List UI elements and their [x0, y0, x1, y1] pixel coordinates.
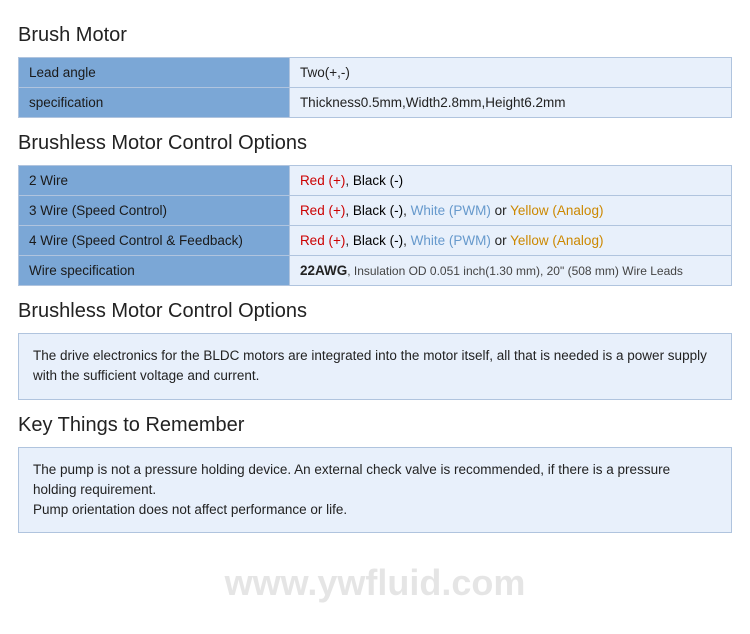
- brush-motor-title: Brush Motor: [18, 24, 732, 49]
- wire-spec-value: 22AWG, Insulation OD 0.051 inch(1.30 mm)…: [289, 256, 731, 286]
- 4wire-label: 4 Wire (Speed Control & Feedback): [19, 226, 290, 256]
- specification-value: Thickness0.5mm,Width2.8mm,Height6.2mm: [289, 88, 731, 118]
- brushless-info-title: Brushless Motor Control Options: [18, 300, 732, 325]
- brushless-control-title: Brushless Motor Control Options: [18, 132, 732, 157]
- specification-label: specification: [19, 88, 290, 118]
- brush-motor-table: Lead angle Two(+,-) specification Thickn…: [18, 57, 732, 118]
- black-minus: Black (-): [353, 173, 403, 188]
- red-plus: Red (+): [300, 203, 345, 218]
- black-minus: Black (-): [353, 233, 403, 248]
- wire-spec-awg: 22AWG: [300, 263, 347, 278]
- white-pwm: White (PWM): [411, 203, 491, 218]
- brushless-info-box: The drive electronics for the BLDC motor…: [18, 333, 732, 400]
- 2wire-value: Red (+), Black (-): [289, 166, 731, 196]
- brushless-control-table: 2 Wire Red (+), Black (-) 3 Wire (Speed …: [18, 165, 732, 286]
- red-plus: Red (+): [300, 173, 345, 188]
- 2wire-label: 2 Wire: [19, 166, 290, 196]
- white-pwm: White (PWM): [411, 233, 491, 248]
- table-row: Lead angle Two(+,-): [19, 58, 732, 88]
- watermark: www.ywfluid.com: [225, 562, 526, 604]
- lead-angle-value: Two(+,-): [289, 58, 731, 88]
- table-row: 2 Wire Red (+), Black (-): [19, 166, 732, 196]
- yellow-analog: Yellow (Analog): [510, 203, 603, 218]
- key-things-box: The pump is not a pressure holding devic…: [18, 447, 732, 534]
- table-row: 4 Wire (Speed Control & Feedback) Red (+…: [19, 226, 732, 256]
- lead-angle-label: Lead angle: [19, 58, 290, 88]
- black-minus: Black (-): [353, 203, 403, 218]
- wire-spec-label: Wire specification: [19, 256, 290, 286]
- 3wire-label: 3 Wire (Speed Control): [19, 196, 290, 226]
- table-row: specification Thickness0.5mm,Width2.8mm,…: [19, 88, 732, 118]
- table-row: 3 Wire (Speed Control) Red (+), Black (-…: [19, 196, 732, 226]
- wire-spec-detail: , Insulation OD 0.051 inch(1.30 mm), 20"…: [347, 264, 683, 278]
- yellow-analog: Yellow (Analog): [510, 233, 603, 248]
- red-plus: Red (+): [300, 233, 345, 248]
- key-things-line2: Pump orientation does not affect perform…: [33, 500, 717, 520]
- table-row: Wire specification 22AWG, Insulation OD …: [19, 256, 732, 286]
- key-things-title: Key Things to Remember: [18, 414, 732, 439]
- brushless-info-text: The drive electronics for the BLDC motor…: [33, 346, 717, 387]
- 4wire-value: Red (+), Black (-), White (PWM) or Yello…: [289, 226, 731, 256]
- key-things-line1: The pump is not a pressure holding devic…: [33, 460, 717, 501]
- 3wire-value: Red (+), Black (-), White (PWM) or Yello…: [289, 196, 731, 226]
